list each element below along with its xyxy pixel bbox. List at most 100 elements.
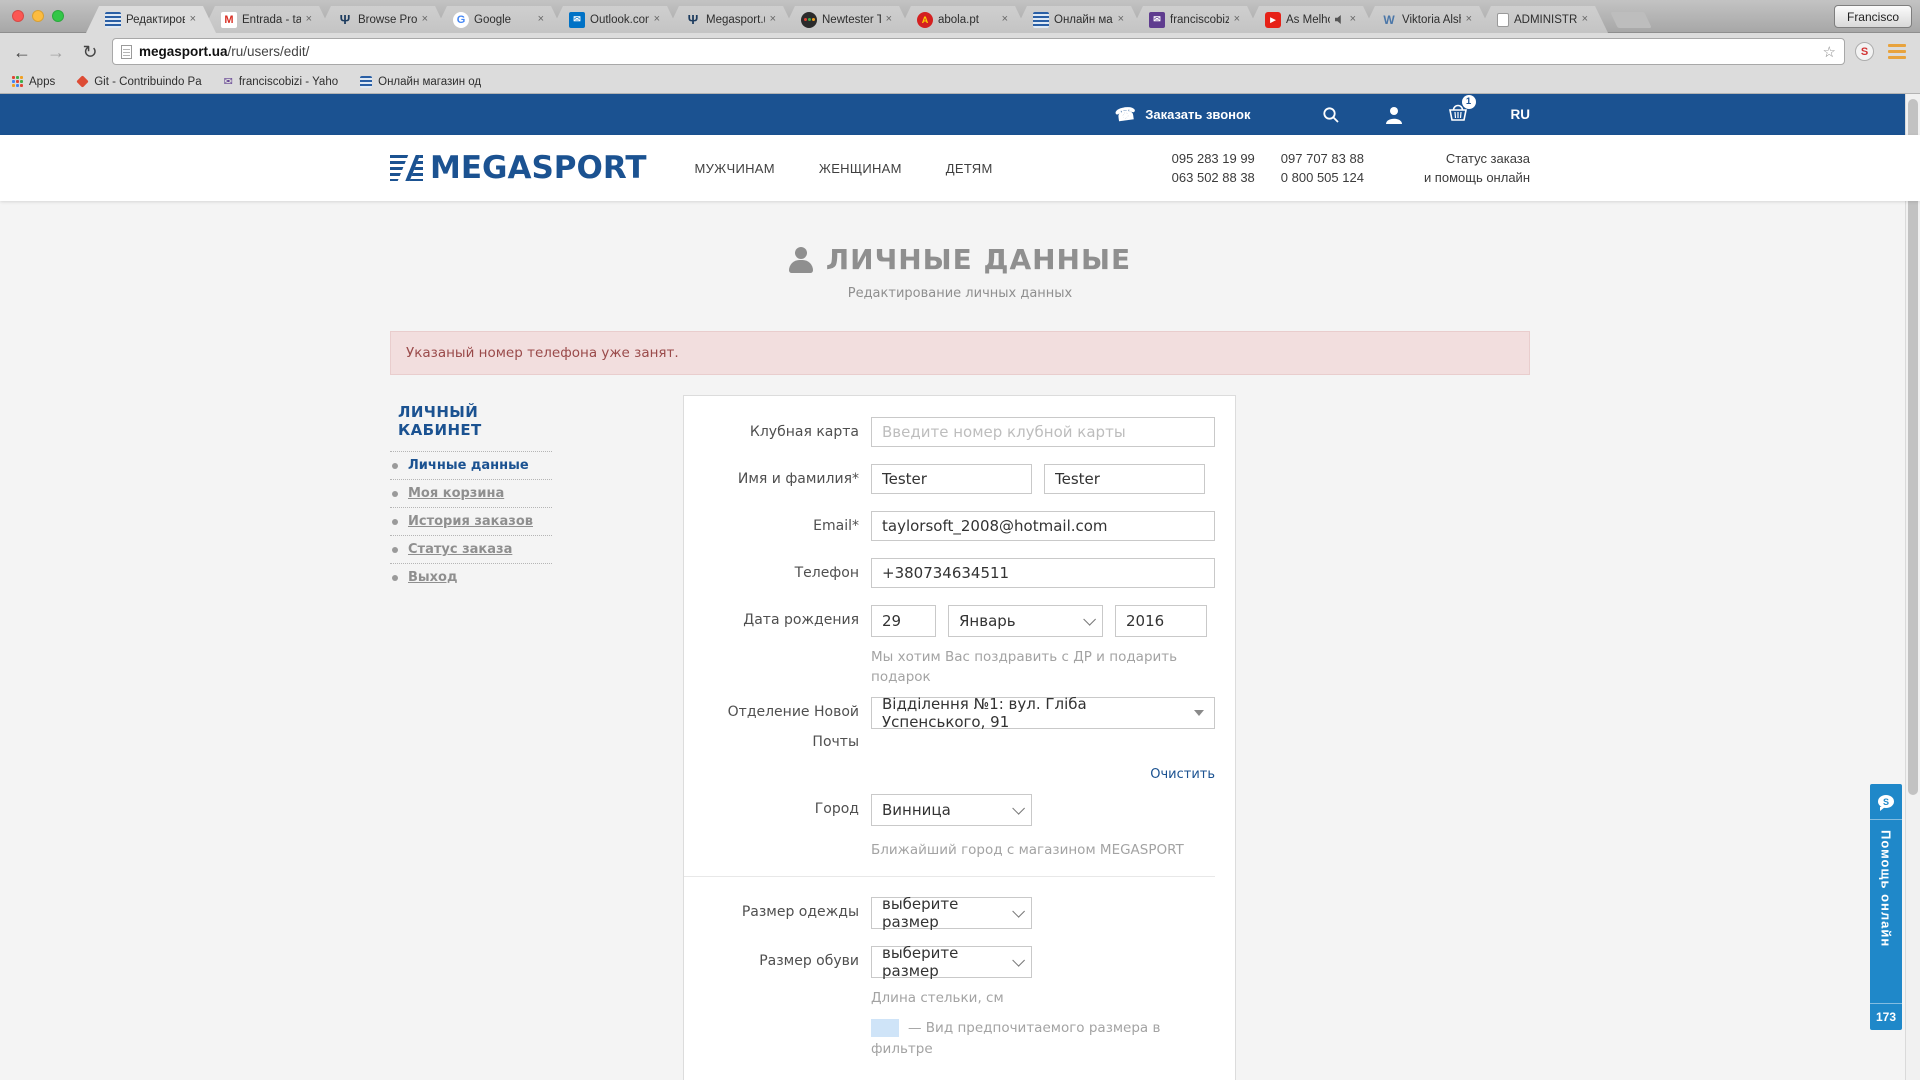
tab-close-icon[interactable]: × <box>1350 14 1356 25</box>
tab-close-icon[interactable]: × <box>1002 14 1008 25</box>
bookmark-apps[interactable]: Apps <box>12 76 55 88</box>
extension-s-icon[interactable]: S <box>1855 42 1874 61</box>
city-select[interactable]: Винница <box>871 794 1032 826</box>
tab-yahoo-mail[interactable]: ✉ franciscobizi - × <box>1130 6 1260 33</box>
forward-button-icon[interactable]: → <box>44 43 68 61</box>
tab-administracao[interactable]: ADMINISTRACA × <box>1478 6 1608 33</box>
tab-google[interactable]: G Google × <box>434 6 564 33</box>
header-phones: 095 283 19 99 063 502 88 38 097 707 83 8… <box>1172 149 1364 187</box>
tab-close-icon[interactable]: × <box>770 14 776 25</box>
tab-close-icon[interactable]: × <box>1118 14 1124 25</box>
bookmark-git[interactable]: Git - Contribuindo Pa <box>77 76 201 88</box>
tab-newtester[interactable]: Newtester Test × <box>782 6 912 33</box>
megasport-logo[interactable]: MEGASPORT <box>390 150 647 186</box>
tab-gmail[interactable]: M Entrada - taylo × <box>202 6 332 33</box>
tab-online-shop[interactable]: Онлайн магази × <box>1014 6 1144 33</box>
url-text[interactable]: megasport.ua/ru/users/edit/ <box>139 44 309 59</box>
birth-year-input[interactable] <box>1115 605 1207 637</box>
bullet-icon <box>392 575 398 581</box>
megasport-bookmark-icon <box>360 76 372 88</box>
bullet-icon <box>392 519 398 525</box>
shoe-size-select[interactable]: выберите размер <box>871 946 1032 978</box>
nav-kids[interactable]: ДЕТЯМ <box>946 161 993 176</box>
tab-close-icon[interactable]: × <box>1466 14 1472 25</box>
first-name-input[interactable] <box>871 464 1032 494</box>
tab-browse-projects[interactable]: Ψ Browse Project × <box>318 6 448 33</box>
tab-close-icon[interactable]: × <box>306 14 312 25</box>
birth-day-input[interactable] <box>871 605 936 637</box>
tab-abola[interactable]: A abola.pt × <box>898 6 1028 33</box>
sidebar-item-cart[interactable]: Моя корзина <box>390 479 552 507</box>
chat-bubble-icon: S <box>1870 784 1902 820</box>
tab-close-icon[interactable]: × <box>1234 14 1240 25</box>
online-help-tab[interactable]: S Помощь онлайн 173 <box>1870 784 1902 1030</box>
sidebar-item-personal-data[interactable]: Личные данные <box>390 451 552 479</box>
search-icon[interactable] <box>1321 105 1341 125</box>
tab-vk[interactable]: W Viktoria Alshari × <box>1362 6 1492 33</box>
chevron-down-icon <box>1012 802 1025 815</box>
language-switcher[interactable]: RU <box>1511 107 1531 122</box>
request-call-button[interactable]: ☎ Заказать звонок <box>1115 106 1250 123</box>
club-card-input[interactable] <box>871 417 1215 447</box>
url-bar[interactable]: megasport.ua/ru/users/edit/ ☆ <box>112 38 1845 65</box>
megasport-logo-icon <box>390 155 423 181</box>
clear-link[interactable]: Очистить <box>871 767 1215 782</box>
account-sidebar: ЛИЧНЫЙ КАБИНЕТ Личные данные Моя корзина… <box>390 395 552 591</box>
close-window-button[interactable] <box>12 10 24 22</box>
clothing-size-label: Размер одежды <box>684 897 871 929</box>
cart-button[interactable]: 1 <box>1447 102 1469 127</box>
back-button-icon[interactable]: ← <box>10 43 34 61</box>
jira-favicon-icon: Ψ <box>337 12 353 28</box>
sidebar-item-logout[interactable]: Выход <box>390 563 552 591</box>
tab-close-icon[interactable]: × <box>538 14 544 25</box>
sidebar-item-order-status[interactable]: Статус заказа <box>390 535 552 563</box>
tab-close-icon[interactable]: × <box>654 14 660 25</box>
nav-women[interactable]: ЖЕНЩИНАМ <box>819 161 902 176</box>
reload-button-icon[interactable]: ↻ <box>78 43 102 61</box>
tab-close-icon[interactable]: × <box>422 14 428 25</box>
nav-men[interactable]: МУЖЧИНАМ <box>695 161 775 176</box>
vk-favicon-icon: W <box>1381 12 1397 28</box>
error-message: Указаный номер телефона уже занят. <box>390 331 1530 375</box>
page-scrollbar[interactable] <box>1905 94 1920 1080</box>
youtube-favicon-icon: ▶ <box>1265 12 1281 28</box>
tab-outlook[interactable]: ✉ Outlook.com - × <box>550 6 680 33</box>
bookmark-yahoo[interactable]: ✉ franciscobizi - Yaho <box>224 75 339 88</box>
cart-count-badge: 1 <box>1462 95 1476 109</box>
tab-close-icon[interactable]: × <box>190 14 196 25</box>
birthday-hint: Мы хотим Вас поздравить с ДР и подарить … <box>871 647 1211 687</box>
email-input[interactable] <box>871 511 1215 541</box>
phone-handset-icon: ☎ <box>1114 105 1137 125</box>
tab-audio-speaker-icon <box>1335 15 1345 25</box>
bookmark-star-icon[interactable]: ☆ <box>1823 43 1836 61</box>
tab-editing[interactable]: Редактировани × <box>86 6 216 33</box>
chrome-menu-icon[interactable] <box>1888 50 1906 53</box>
birthday-label: Дата рождения <box>684 605 871 637</box>
triangle-down-icon <box>1194 710 1204 716</box>
post-office-select[interactable]: Відділення №1: вул. Гліба Успенського, 9… <box>871 697 1215 729</box>
tab-youtube[interactable]: ▶ As Melhores × <box>1246 6 1376 33</box>
tab-megasport[interactable]: Ψ Megasport.ua - × <box>666 6 796 33</box>
sidebar-item-order-history[interactable]: История заказов <box>390 507 552 535</box>
email-label: Email* <box>684 511 871 541</box>
last-name-input[interactable] <box>1044 464 1205 494</box>
zoom-window-button[interactable] <box>52 10 64 22</box>
browser-titlebar: Редактировани × M Entrada - taylo × Ψ Br… <box>0 0 1920 33</box>
minimize-window-button[interactable] <box>32 10 44 22</box>
browser-toolbar: ← → ↻ megasport.ua/ru/users/edit/ ☆ S <box>0 33 1920 70</box>
birth-month-select[interactable]: Январь <box>948 605 1103 637</box>
phone-input[interactable] <box>871 558 1215 588</box>
browser-profile-button[interactable]: Francisco <box>1834 5 1912 28</box>
new-tab-button[interactable] <box>1610 12 1651 28</box>
clothing-size-select[interactable]: выберите размер <box>871 897 1032 929</box>
bookmark-online-shop[interactable]: Онлайн магазин од <box>360 76 481 88</box>
tab-close-icon[interactable]: × <box>1582 14 1588 25</box>
scrollbar-thumb[interactable] <box>1908 99 1918 795</box>
account-icon[interactable] <box>1383 105 1405 125</box>
browser-window: Редактировани × M Entrada - taylo × Ψ Br… <box>0 0 1920 1080</box>
legend-color-swatch <box>871 1019 899 1037</box>
insole-hint: Длина стельки, см <box>871 988 1004 1008</box>
phone-label: Телефон <box>684 558 871 588</box>
tab-close-icon[interactable]: × <box>886 14 892 25</box>
order-status-link[interactable]: Статус заказа и помощь онлайн <box>1424 149 1530 187</box>
